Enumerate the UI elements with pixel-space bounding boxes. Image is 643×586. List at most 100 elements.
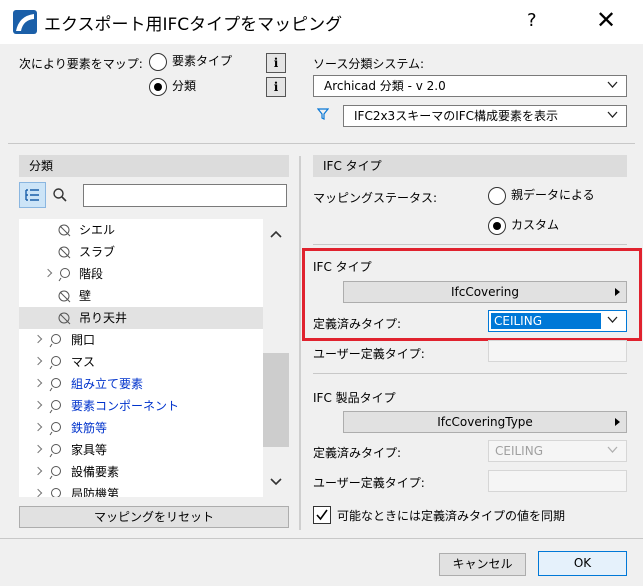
source-system-label: ソース分類システム:	[313, 57, 425, 71]
tree-item-label: 組み立て要素	[71, 377, 144, 391]
checkmark-icon	[316, 509, 328, 521]
tree-item[interactable]: 壁	[19, 285, 263, 307]
cancel-button[interactable]: キャンセル	[439, 553, 526, 576]
class-group-icon	[49, 378, 61, 392]
tree-item[interactable]: 鉄筋等	[19, 417, 263, 439]
tree-item-label: シエル	[79, 223, 116, 237]
tree-scrollbar-thumb[interactable]	[263, 353, 289, 447]
product-predefined-label: 定義済みタイプ:	[313, 446, 402, 460]
product-type-value: IfcCoveringType	[437, 415, 533, 429]
help-button[interactable]: ?	[527, 10, 537, 31]
reset-mapping-button[interactable]: マッピングをリセット	[19, 506, 289, 528]
class-icon	[58, 224, 71, 237]
tree-item-label: 家具等	[71, 443, 108, 457]
product-user-defined-field	[488, 470, 627, 492]
close-button[interactable]: ✕	[596, 6, 616, 34]
radio-element-type-label: 要素タイプ	[172, 54, 233, 68]
expand-chevron-icon[interactable]	[33, 400, 43, 410]
expand-chevron-icon[interactable]	[33, 378, 43, 388]
class-group-icon	[49, 444, 61, 458]
ifc-schema-filter-value: IFC2x3スキーマのIFC構成要素を表示	[354, 109, 559, 123]
scroll-up-icon[interactable]	[269, 229, 283, 239]
tree-item-label: 壁	[79, 289, 92, 303]
tree-item[interactable]: 局防機第	[19, 483, 263, 497]
divider	[313, 373, 627, 374]
radio-classification-label: 分類	[172, 79, 197, 93]
class-group-icon	[49, 466, 61, 480]
tree-item[interactable]: 開口	[19, 329, 263, 351]
tree-item-selected[interactable]: 吊り天井	[19, 307, 263, 329]
class-group-icon	[49, 422, 61, 436]
source-system-dropdown[interactable]: Archicad 分類 - v 2.0	[313, 75, 627, 97]
sync-checkbox[interactable]	[313, 506, 331, 524]
expand-chevron-icon[interactable]	[33, 444, 43, 454]
tree-item-label: スラブ	[79, 245, 116, 259]
window-title: エクスポート用IFCタイプをマッピング	[44, 15, 343, 35]
panel-splitter[interactable]	[299, 156, 301, 530]
classification-tree[interactable]: シエル スラブ 階段 壁 吊り天井 開口 マス 組み立て要素 要素コンポーネント	[19, 219, 263, 497]
tree-item[interactable]: 設備要素	[19, 461, 263, 483]
class-group-icon	[49, 334, 61, 348]
expand-chevron-icon[interactable]	[33, 356, 43, 366]
radio-by-parent[interactable]	[488, 187, 506, 205]
user-defined-type-label: ユーザー定義タイプ:	[313, 347, 425, 361]
chevron-down-icon	[607, 111, 618, 118]
tree-item-label: 要素コンポーネント	[71, 399, 180, 413]
sync-label: 可能なときには定義済みタイプの値を同期	[337, 509, 566, 523]
tree-item[interactable]: 階段	[19, 263, 263, 285]
tree-item-label: 階段	[79, 267, 104, 281]
search-icon	[52, 187, 68, 203]
class-icon	[58, 246, 71, 259]
radio-custom-label: カスタム	[511, 218, 560, 232]
divider	[0, 538, 643, 539]
class-icon	[58, 290, 71, 303]
ifc-schema-filter-dropdown[interactable]: IFC2x3スキーマのIFC構成要素を表示	[343, 105, 627, 127]
radio-element-type[interactable]	[149, 53, 167, 71]
ifc-type-panel-header: IFC タイプ	[313, 155, 627, 177]
product-user-defined-label: ユーザー定義タイプ:	[313, 476, 425, 490]
tree-item[interactable]: 組み立て要素	[19, 373, 263, 395]
tree-item[interactable]: マス	[19, 351, 263, 373]
expand-chevron-icon[interactable]	[33, 334, 43, 344]
radio-classification[interactable]	[149, 78, 167, 96]
expand-chevron-icon[interactable]	[43, 268, 53, 278]
tree-item[interactable]: スラブ	[19, 241, 263, 263]
class-icon	[58, 312, 71, 325]
divider	[8, 143, 635, 144]
chevron-down-icon	[607, 81, 618, 88]
map-by-label: 次により要素をマップ:	[19, 57, 143, 71]
divider	[313, 244, 627, 245]
highlight-box	[302, 248, 642, 341]
tree-item-label: 鉄筋等	[71, 421, 108, 435]
class-group-icon	[58, 268, 70, 282]
info-icon-element-type[interactable]: i	[266, 53, 286, 73]
chevron-down-icon	[607, 446, 618, 453]
expand-chevron-icon[interactable]	[33, 488, 43, 497]
tree-item-label: 吊り天井	[79, 311, 128, 325]
tree-item[interactable]: 要素コンポーネント	[19, 395, 263, 417]
class-group-icon	[51, 488, 61, 497]
expand-chevron-icon[interactable]	[33, 466, 43, 476]
archicad-app-icon	[13, 10, 37, 34]
expand-chevron-icon[interactable]	[33, 422, 43, 432]
tree-item-label: 開口	[71, 333, 96, 347]
class-group-icon	[49, 400, 61, 414]
tree-item-label: マス	[71, 355, 96, 369]
tree-view-toggle[interactable]	[19, 182, 46, 208]
product-type-popup[interactable]: IfcCoveringType	[343, 411, 627, 433]
scroll-down-icon[interactable]	[269, 477, 283, 487]
product-type-label: IFC 製品タイプ	[313, 391, 396, 405]
radio-custom[interactable]	[488, 217, 506, 235]
tree-item[interactable]: 家具等	[19, 439, 263, 461]
info-icon-classification[interactable]: i	[266, 77, 286, 97]
tree-item[interactable]: シエル	[19, 219, 263, 241]
tree-search-input[interactable]	[83, 184, 287, 207]
radio-by-parent-label: 親データによる	[511, 188, 595, 202]
source-system-value: Archicad 分類 - v 2.0	[324, 79, 446, 93]
tree-item-label: 設備要素	[71, 465, 120, 479]
product-predefined-value: CEILING	[495, 444, 543, 458]
classification-panel-header: 分類	[19, 155, 289, 177]
class-group-icon	[49, 356, 61, 370]
ok-button[interactable]: OK	[538, 551, 627, 576]
popup-arrow-icon	[615, 418, 620, 426]
